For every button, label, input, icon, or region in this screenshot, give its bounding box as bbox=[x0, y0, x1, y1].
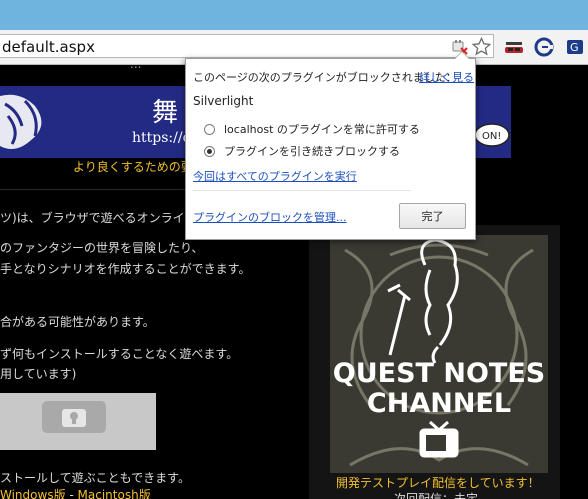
banner-title: 舞 bbox=[152, 98, 179, 128]
banner-url: https://q bbox=[132, 130, 192, 146]
svg-text:G: G bbox=[570, 41, 579, 54]
run-all-plugins-link[interactable]: 今回はすべてのプラグインを実行 bbox=[193, 168, 357, 184]
tagline: より良くするための要 bbox=[73, 160, 193, 174]
window-titlebar bbox=[0, 0, 588, 30]
allow-plugins-option[interactable]: localhost のプラグインを常に許可する bbox=[204, 121, 420, 137]
quest-notes-channel-banner[interactable]: QUEST NOTES CHANNEL bbox=[330, 235, 548, 473]
banner-art-icon bbox=[0, 94, 42, 150]
plugin-name: Silverlight bbox=[193, 94, 254, 108]
install-line-1: ず何もインストールすることなく遊べます。 bbox=[0, 347, 239, 361]
intro-line-1: ツ)は、ブラウザで遊べるオンラインT bbox=[0, 211, 205, 225]
g-extension-icon[interactable]: G bbox=[565, 36, 587, 58]
bookmark-star-icon[interactable] bbox=[472, 37, 491, 56]
popup-divider bbox=[193, 190, 411, 191]
address-bar[interactable]: default.aspx bbox=[0, 34, 494, 58]
cut-top-text: ... bbox=[130, 65, 141, 71]
mac-download-link[interactable]: Macintosh版 bbox=[78, 488, 151, 499]
channel-caption: 開発テストプレイ配信をしています！ bbox=[336, 476, 540, 490]
download-separator: - bbox=[65, 488, 78, 499]
block-radio[interactable] bbox=[204, 145, 215, 157]
done-button[interactable]: 完了 bbox=[399, 203, 466, 229]
windows-download-link[interactable]: Windows版 bbox=[0, 488, 66, 499]
banner-badge-icon: ON! bbox=[474, 123, 510, 147]
plugin-puzzle-icon bbox=[42, 401, 106, 433]
allow-radio[interactable] bbox=[204, 123, 215, 135]
intro-line-3: 手となりシナリオを作成することができます。 bbox=[0, 262, 251, 276]
manage-plugin-blocking-link[interactable]: プラグインのブロックを管理... bbox=[193, 209, 347, 225]
channel-next: 次回配信：未定 bbox=[394, 492, 479, 499]
incognito-icon[interactable] bbox=[503, 36, 525, 58]
silverlight-plugin-placeholder[interactable] bbox=[0, 393, 156, 450]
keep-blocking-option[interactable]: プラグインを引き続きブロックする bbox=[204, 143, 400, 159]
banner-badge-text: ON! bbox=[482, 131, 501, 142]
details-link[interactable]: 詳しく見る bbox=[419, 69, 474, 85]
install-line-2: 用しています) bbox=[0, 367, 77, 381]
download-links: Windows版 - Macintosh版 bbox=[0, 486, 151, 499]
channel-title-line2: CHANNEL bbox=[367, 388, 511, 419]
plugin-blocked-popup: このページの次のプラグインがブロックされました： 詳しく見る Silverlig… bbox=[185, 51, 476, 240]
channel-title-line1: QUEST NOTES bbox=[333, 358, 545, 389]
block-option-label[interactable]: プラグインを引き続きブロックする bbox=[224, 143, 400, 159]
standalone-line: ストールして遊ぶこともできます。 bbox=[0, 471, 190, 485]
allow-option-label[interactable]: localhost のプラグインを常に許可する bbox=[224, 121, 420, 137]
c-extension-icon[interactable] bbox=[533, 36, 555, 58]
intro-line-2: のファンタジーの世界を冒険したり、 bbox=[0, 241, 204, 255]
popup-message: このページの次のプラグインがブロックされました： bbox=[193, 71, 457, 84]
url-text[interactable]: default.aspx bbox=[2, 38, 95, 56]
note-line: 合がある可能性があります。 bbox=[0, 315, 155, 329]
